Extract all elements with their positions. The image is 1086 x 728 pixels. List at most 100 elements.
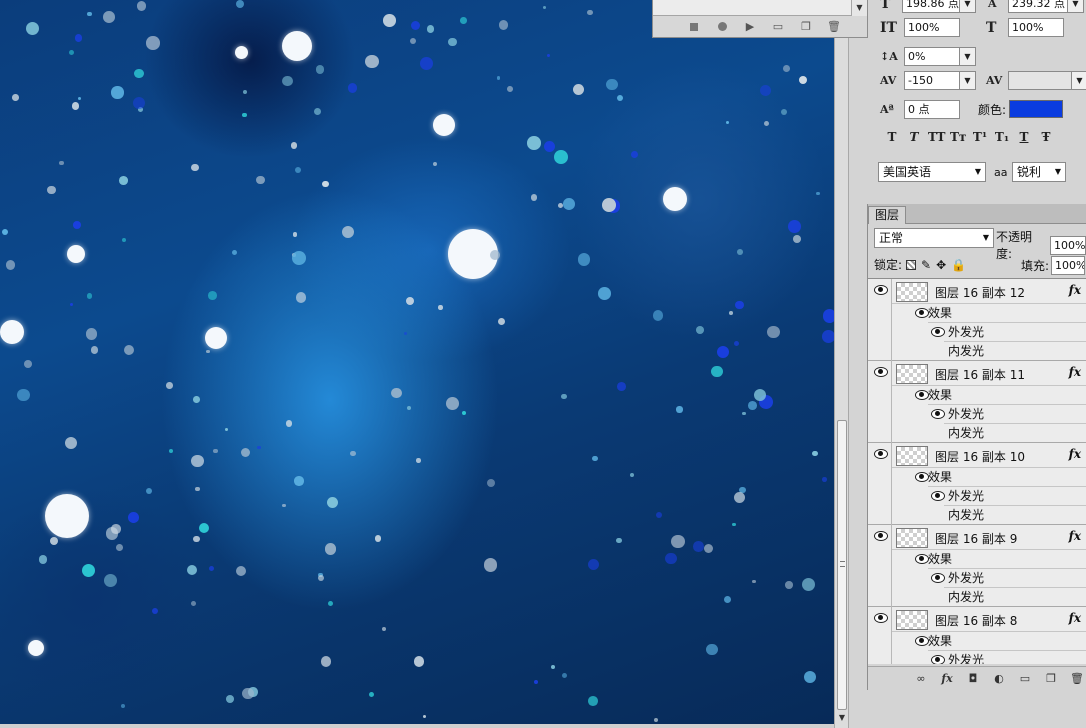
layer-style-fx-icon[interactable]: fx	[940, 672, 954, 686]
layer-row[interactable]: 图层 16 副本 8 fx 效果 外发光	[868, 607, 1086, 664]
new-set-folder-icon[interactable]: ▭	[771, 20, 785, 34]
visibility-eye-icon[interactable]	[874, 285, 888, 295]
layer-thumbnail[interactable]	[896, 610, 928, 630]
kerning-field[interactable]: 0%	[904, 47, 960, 66]
tab-layers[interactable]: 图层	[868, 206, 907, 224]
lock-brush-icon[interactable]: ✎	[921, 258, 931, 272]
style-italic-button[interactable]: T	[906, 130, 922, 144]
new-layer-icon[interactable]: ❐	[1044, 672, 1058, 686]
layer-list[interactable]: 图层 16 副本 12 fx 效果 外发光 内发光 图层 16 副本 11 fx 效果 外发光内…	[868, 278, 1086, 664]
effects-eye-icon[interactable]	[915, 308, 929, 318]
add-mask-icon[interactable]: ◘	[966, 672, 980, 686]
layer-name[interactable]: 图层 16 副本 11	[935, 366, 1025, 383]
kerning-dropdown-icon[interactable]: ▼	[960, 47, 976, 66]
effects-eye-icon[interactable]	[915, 472, 929, 482]
style-small-caps-button[interactable]: Tт	[950, 130, 966, 144]
horizontal-scale-field[interactable]: 100%	[1008, 18, 1064, 37]
layer-name[interactable]: 图层 16 副本 12	[935, 284, 1025, 301]
effects-eye-icon[interactable]	[915, 390, 929, 400]
inner-glow-row[interactable]: 内发光	[944, 505, 1086, 524]
kerning-metrics-dropdown-icon[interactable]: ▼	[1072, 71, 1086, 90]
tracking-dropdown-icon[interactable]: ▼	[960, 71, 976, 90]
layer-thumbnail[interactable]	[896, 528, 928, 548]
adjustment-layer-icon[interactable]: ◐	[992, 672, 1006, 686]
inner-glow-row[interactable]: 内发光	[944, 341, 1086, 360]
effects-eye-icon[interactable]	[915, 554, 929, 564]
outer-glow-row[interactable]: 外发光	[928, 486, 1086, 505]
star-particle	[122, 238, 127, 243]
new-action-icon[interactable]: ❐	[799, 20, 813, 34]
outer-glow-row[interactable]: 外发光	[928, 404, 1086, 423]
outer-glow-row[interactable]: 外发光	[928, 568, 1086, 587]
layer-row[interactable]: 图层 16 副本 10 fx 效果 外发光 内发光	[868, 443, 1086, 525]
style-underline-button[interactable]: T	[1016, 130, 1032, 144]
tracking-field[interactable]: -150	[904, 71, 960, 90]
layer-name[interactable]: 图层 16 副本 8	[935, 612, 1017, 629]
inner-glow-row[interactable]: 内发光	[944, 423, 1086, 442]
outer-glow-eye-icon[interactable]	[931, 655, 945, 664]
delete-layer-trash-icon[interactable]: 🗑	[1070, 672, 1084, 686]
outer-glow-row[interactable]: 外发光	[928, 322, 1086, 341]
style-all-caps-button[interactable]: TT	[928, 130, 945, 144]
new-group-folder-icon[interactable]: ▭	[1018, 672, 1032, 686]
star-particle	[234, 45, 248, 59]
play-icon[interactable]: ▶	[743, 20, 757, 34]
link-layers-icon[interactable]: ∞	[914, 672, 928, 686]
leading-field[interactable]: 239.32 点	[1008, 0, 1068, 13]
outer-glow-eye-icon[interactable]	[931, 409, 945, 419]
language-select[interactable]: 美国英语 ▼	[878, 162, 986, 182]
style-strikethrough-button[interactable]: Ŧ	[1038, 130, 1054, 144]
visibility-eye-icon[interactable]	[874, 449, 888, 459]
text-color-swatch[interactable]	[1009, 100, 1064, 118]
inner-glow-label: 内发光	[948, 344, 985, 358]
layer-row[interactable]: 图层 16 副本 9 fx 效果 外发光 内发光	[868, 525, 1086, 607]
leading-dropdown-icon[interactable]: ▼	[1068, 0, 1084, 13]
actions-scroll-down-icon[interactable]: ▼	[851, 0, 867, 16]
blend-mode-select[interactable]: 正常 ▼	[874, 228, 994, 248]
outer-glow-row[interactable]: 外发光	[928, 650, 1086, 664]
fx-badge-icon[interactable]: fx	[1069, 365, 1081, 379]
layer-name[interactable]: 图层 16 副本 10	[935, 448, 1025, 465]
visibility-eye-icon[interactable]	[874, 613, 888, 623]
font-size-dropdown-icon[interactable]: ▼	[960, 0, 976, 13]
layer-name[interactable]: 图层 16 副本 9	[935, 530, 1017, 547]
layer-thumbnail[interactable]	[896, 364, 928, 384]
antialias-select[interactable]: 锐利 ▼	[1012, 162, 1066, 182]
kerning-metrics-field[interactable]	[1008, 71, 1072, 90]
layer-thumbnail[interactable]	[896, 282, 928, 302]
font-size-field[interactable]: 198.86 点	[902, 0, 960, 13]
fx-badge-icon[interactable]: fx	[1069, 529, 1081, 543]
stop-icon[interactable]	[687, 20, 701, 34]
fx-badge-icon[interactable]: fx	[1069, 283, 1081, 297]
layer-thumbnail[interactable]	[896, 446, 928, 466]
star-particle	[653, 717, 658, 722]
outer-glow-eye-icon[interactable]	[931, 491, 945, 501]
document-canvas[interactable]	[0, 0, 834, 728]
inner-glow-row[interactable]: 内发光	[944, 587, 1086, 606]
opacity-field[interactable]: 100%	[1050, 235, 1086, 255]
actions-list[interactable]	[653, 0, 851, 16]
visibility-eye-icon[interactable]	[874, 367, 888, 377]
layer-row[interactable]: 图层 16 副本 12 fx 效果 外发光 内发光	[868, 279, 1086, 361]
fill-field[interactable]: 100%	[1051, 256, 1086, 275]
layer-row[interactable]: 图层 16 副本 11 fx 效果 外发光 内发光	[868, 361, 1086, 443]
record-icon[interactable]	[715, 20, 729, 34]
vertical-scale-field[interactable]: 100%	[904, 18, 960, 37]
fx-badge-icon[interactable]: fx	[1069, 611, 1081, 625]
style-bold-button[interactable]: T	[884, 130, 900, 144]
scrollbar-thumb[interactable]	[837, 420, 847, 710]
delete-trash-icon[interactable]: 🗑	[827, 20, 841, 34]
baseline-shift-field[interactable]: 0 点	[904, 100, 960, 119]
scroll-down-arrow-icon[interactable]: ▼	[837, 712, 847, 724]
effects-eye-icon[interactable]	[915, 636, 929, 646]
visibility-eye-icon[interactable]	[874, 531, 888, 541]
style-subscript-button[interactable]: T₁	[994, 130, 1010, 144]
lock-transparent-icon[interactable]	[906, 259, 917, 270]
style-superscript-button[interactable]: T¹	[972, 130, 988, 144]
outer-glow-eye-icon[interactable]	[931, 573, 945, 583]
lock-move-icon[interactable]: ✥	[936, 258, 946, 272]
lock-all-icon[interactable]: 🔒	[951, 258, 966, 272]
fx-badge-icon[interactable]: fx	[1069, 447, 1081, 461]
document-vertical-scrollbar[interactable]: ▲ ▼	[834, 0, 849, 728]
outer-glow-eye-icon[interactable]	[931, 327, 945, 337]
